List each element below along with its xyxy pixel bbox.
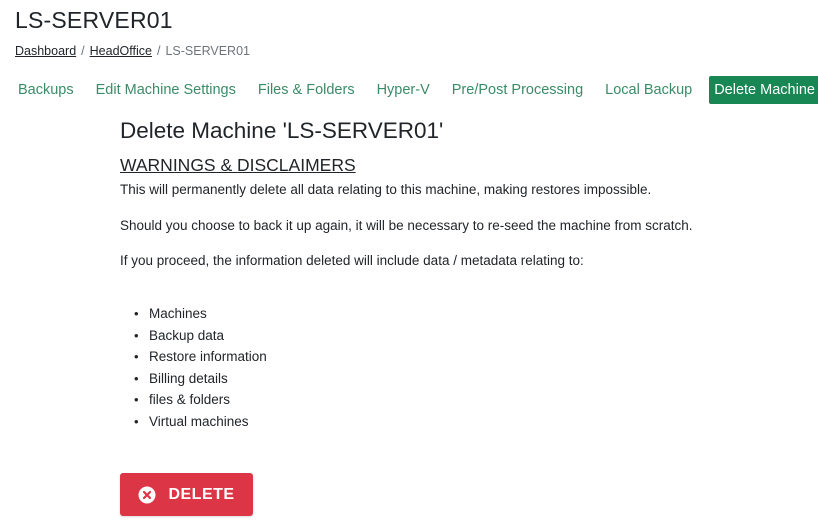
breadcrumb: Dashboard / HeadOffice / LS-SERVER01 [15, 44, 250, 59]
list-item-label: Virtual machines [149, 413, 249, 429]
bullet: • [134, 392, 139, 408]
tab-local-backup[interactable]: Local Backup [598, 76, 699, 104]
deleted-data-list: • Machines • Backup data • Restore informat… [120, 303, 800, 433]
breadcrumb-current: LS-SERVER01 [165, 44, 250, 58]
list-item-label: files & folders [149, 392, 231, 408]
bullet: • [134, 413, 139, 429]
tab-files-folders[interactable]: Files & Folders [251, 76, 362, 104]
list-item: • Restore information [120, 346, 800, 368]
warnings-heading: WARNINGS & DISCLAIMERS [120, 155, 356, 175]
delete-machine-heading: Delete Machine 'LS-SERVER01' [120, 118, 444, 143]
tab-edit-machine-settings[interactable]: Edit Machine Settings [89, 76, 243, 104]
tab-pre-post-processing[interactable]: Pre/Post Processing [445, 76, 590, 104]
list-item: • Billing details [120, 368, 800, 390]
list-item-label: Billing details [149, 370, 228, 386]
list-item-label: Machines [149, 306, 207, 321]
tab-delete-machine[interactable]: Delete Machine [709, 75, 818, 104]
breadcrumb-dashboard-link[interactable]: Dashboard [15, 44, 76, 58]
delete-button-label: DELETE [168, 485, 235, 503]
breadcrumb-headoffice-link[interactable]: HeadOffice [90, 44, 152, 58]
list-item-label: Restore information [149, 349, 267, 365]
warning-paragraph-permanent: This will permanently delete all data re… [120, 182, 652, 197]
breadcrumb-separator: / [156, 44, 161, 58]
list-item: • Backup data [120, 325, 800, 347]
warning-paragraph-reseed: Should you choose to back it up again, i… [120, 218, 693, 233]
bullet: • [134, 370, 139, 386]
bullet: • [134, 306, 139, 321]
list-item: • Virtual machines [120, 411, 800, 433]
tab-hyper-v[interactable]: Hyper-V [370, 76, 437, 104]
bullet: • [134, 349, 139, 365]
page-title: LS-SERVER01 [15, 7, 173, 33]
list-item: • files & folders [120, 389, 800, 411]
delete-button[interactable]: DELETE [120, 473, 253, 516]
machine-tabs: Backups Edit Machine Settings Files & Fo… [11, 75, 818, 104]
bullet: • [134, 327, 139, 343]
warning-paragraph-proceed: If you proceed, the information deleted … [120, 253, 584, 268]
breadcrumb-separator: / [81, 44, 85, 58]
list-item: • Machines [120, 303, 800, 325]
x-circle-icon [138, 486, 156, 504]
list-item-label: Backup data [149, 327, 225, 343]
delete-machine-panel: Delete Machine 'LS-SERVER01' WARNINGS & … [120, 116, 800, 433]
tab-backups[interactable]: Backups [11, 76, 81, 104]
